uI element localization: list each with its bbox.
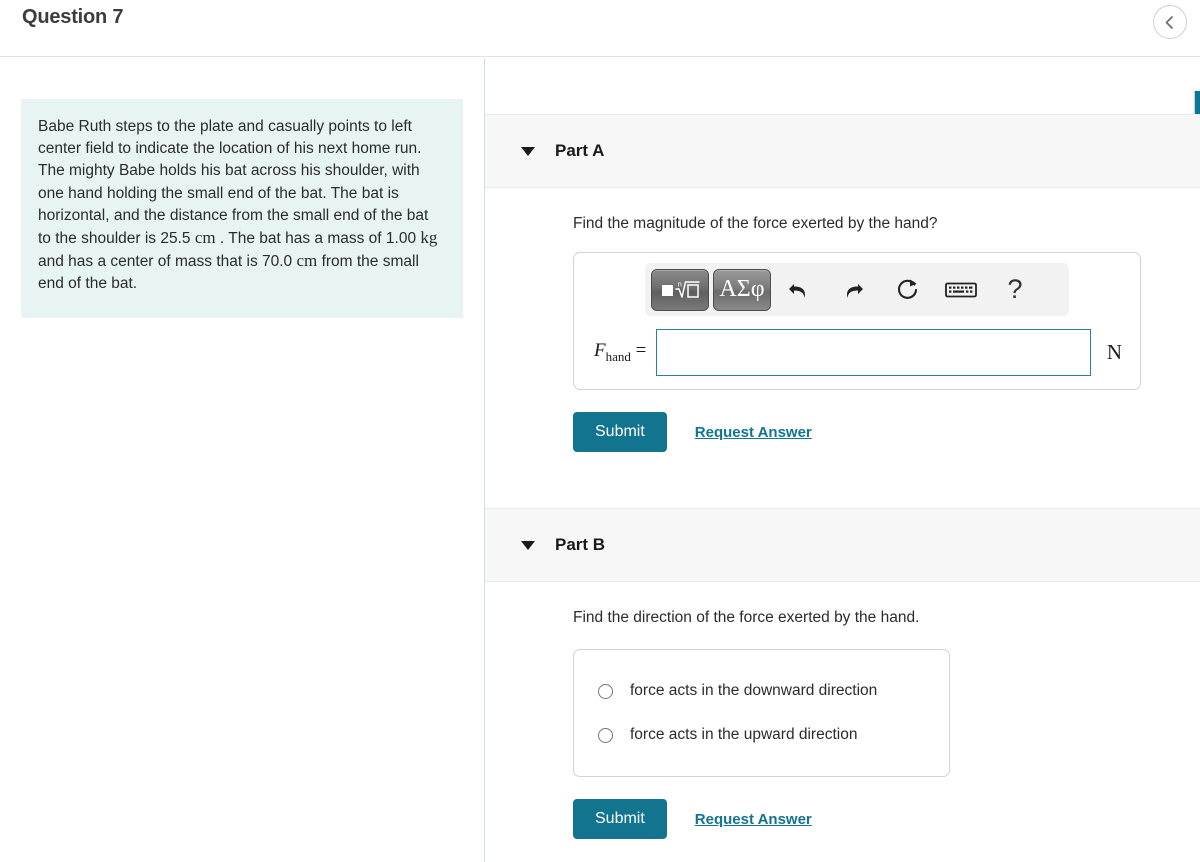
page-title: Question 7 [22, 6, 124, 28]
answer-panel: Part A Find the magnitude of the force e… [485, 58, 1200, 862]
redo-arrow-icon[interactable] [827, 269, 879, 311]
reset-circular-arrow-icon[interactable] [881, 269, 933, 311]
part-b-header[interactable]: Part B [485, 508, 1200, 582]
part-b-prompt: Find the direction of the force exerted … [573, 609, 920, 626]
part-a-header[interactable]: Part A [485, 114, 1200, 188]
part-a-variable-label: Fhand = [594, 340, 647, 364]
part-b-request-answer-link[interactable]: Request Answer [695, 811, 812, 828]
undo-arrow-icon[interactable] [773, 269, 825, 311]
page-header: Question 7 7 [0, 0, 1200, 57]
header-navigation: 7 [1152, 5, 1200, 39]
help-question-icon[interactable]: ? [989, 269, 1041, 311]
choice-label-upward: force acts in the upward direction [630, 726, 858, 743]
radio-button-icon[interactable] [598, 683, 613, 699]
problem-statement-text: Babe Ruth steps to the plate and casuall… [38, 118, 438, 293]
radio-button-icon[interactable] [598, 727, 613, 743]
part-a-request-answer-link[interactable]: Request Answer [695, 424, 812, 441]
part-a-label: Part A [555, 141, 605, 160]
part-a-body: Find the magnitude of the force exerted … [485, 215, 1200, 452]
part-gap-spacer [485, 452, 1200, 508]
part-a-answer-input[interactable] [656, 329, 1091, 376]
part-a-prompt: Find the magnitude of the force exerted … [573, 215, 938, 232]
page-root: Question 7 7 Babe Ruth steps to the plat… [0, 0, 1200, 862]
part-b-submit-button[interactable]: Submit [573, 799, 667, 839]
chevron-left-icon [1163, 15, 1176, 30]
greek-symbols-button[interactable]: ΑΣφ [713, 268, 771, 311]
panel-top-spacer [485, 58, 1200, 114]
caret-down-icon[interactable] [521, 146, 535, 156]
part-a-unit-label: N [1106, 340, 1122, 364]
part-b-body: Find the direction of the force exerted … [485, 609, 1200, 839]
previous-question-button[interactable] [1152, 5, 1187, 39]
part-a-answer-box: n ΑΣφ ? Fhand = N [573, 252, 1141, 390]
part-b-choice-box: force acts in the downward direction for… [573, 649, 950, 777]
math-toolbar: n ΑΣφ ? [645, 263, 1069, 316]
choice-label-downward: force acts in the downward direction [630, 682, 878, 699]
choice-option-downward[interactable]: force acts in the downward direction [574, 669, 949, 713]
part-b-actions: Submit Request Answer [573, 799, 1200, 839]
part-a-actions: Submit Request Answer [573, 412, 1200, 452]
problem-statement-box: Babe Ruth steps to the plate and casuall… [21, 99, 463, 318]
caret-down-icon[interactable] [521, 540, 535, 550]
svg-text:n: n [678, 280, 682, 288]
part-a-submit-button[interactable]: Submit [573, 412, 667, 452]
choice-option-upward[interactable]: force acts in the upward direction [574, 713, 949, 757]
math-template-icon[interactable]: n [651, 268, 709, 311]
problem-panel: Babe Ruth steps to the plate and casuall… [0, 58, 484, 862]
part-a-input-row: Fhand = N [574, 329, 1140, 376]
keyboard-icon[interactable] [935, 269, 987, 311]
part-b-label: Part B [555, 535, 606, 554]
